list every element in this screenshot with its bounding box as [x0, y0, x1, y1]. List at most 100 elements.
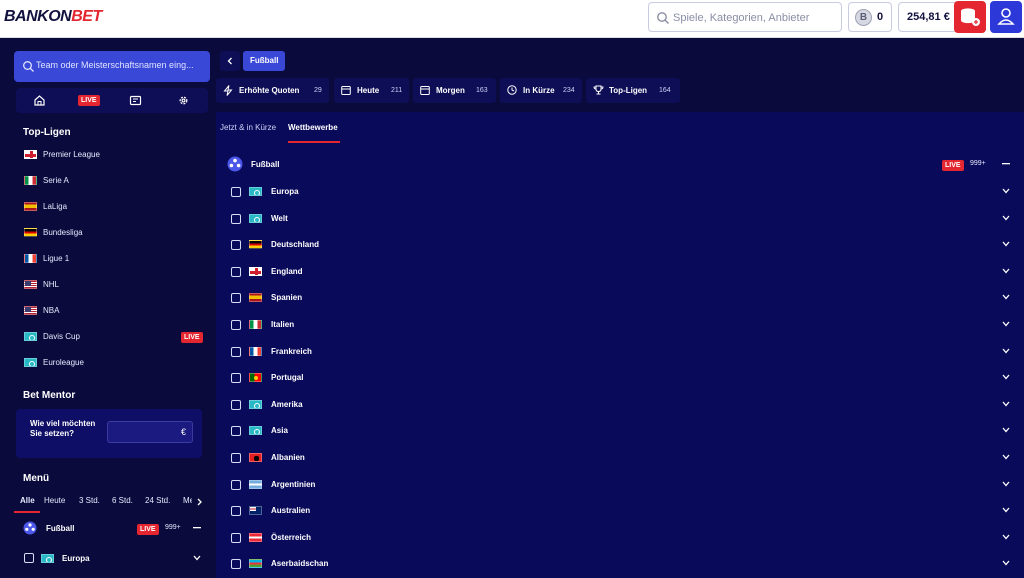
world-flag-icon — [249, 213, 262, 223]
region-row[interactable]: Portugal — [224, 365, 1016, 391]
region-checkbox[interactable] — [24, 553, 34, 563]
bet-mentor-question: Wie viel möchten Sie setzen? — [30, 419, 96, 438]
chevron-down-icon[interactable] — [1002, 401, 1010, 407]
chevron-down-icon[interactable] — [1002, 321, 1010, 327]
sidebar-region-europa[interactable]: Europa — [16, 548, 208, 568]
betslip-tab[interactable] — [112, 88, 160, 113]
region-row[interactable]: Deutschland — [224, 232, 1016, 258]
chevron-down-icon[interactable] — [1002, 268, 1010, 274]
menu-tab-all[interactable]: Alle — [20, 496, 35, 505]
sidebar-sport-football[interactable]: Fußball LIVE 999+ — [16, 518, 208, 538]
league-item[interactable]: Premier League — [16, 142, 208, 168]
region-checkbox[interactable] — [231, 320, 241, 330]
filter-today[interactable]: Heute 211 — [334, 78, 409, 103]
chevron-down-icon[interactable] — [1002, 454, 1010, 460]
region-checkbox[interactable] — [231, 213, 241, 224]
balance-amount: 254,81 € — [907, 11, 950, 23]
region-row[interactable]: Asia — [224, 418, 1016, 444]
global-search[interactable] — [648, 2, 842, 32]
event-count: 999+ — [165, 524, 181, 531]
chevron-down-icon[interactable] — [1002, 427, 1010, 433]
bankonbet-logo[interactable]: BANKONBET — [4, 8, 102, 26]
menu-tab-more[interactable]: Me — [183, 496, 192, 505]
menu-tab-3h[interactable]: 3 Std. — [79, 496, 100, 505]
back-button[interactable] — [220, 51, 240, 71]
filter-boosted-odds[interactable]: Erhöhte Quoten 29 — [216, 78, 329, 103]
region-checkbox[interactable] — [231, 240, 241, 251]
league-item[interactable]: Ligue 1 — [16, 246, 208, 272]
region-checkbox[interactable] — [231, 479, 241, 490]
chevron-down-icon[interactable] — [1002, 374, 1010, 380]
chevron-down-icon[interactable] — [1002, 188, 1010, 194]
region-checkbox[interactable] — [231, 266, 241, 277]
region-row[interactable]: Aserbaidschan — [224, 551, 1016, 577]
chevron-down-icon[interactable] — [1002, 507, 1010, 513]
chevron-down-icon[interactable] — [1002, 215, 1010, 221]
region-row[interactable]: Welt — [224, 206, 1016, 232]
tab-competitions[interactable]: Wettbewerbe — [288, 123, 338, 132]
chevron-down-icon[interactable] — [1002, 348, 1010, 354]
menu-tab-today[interactable]: Heute — [44, 496, 65, 505]
chevron-down-icon[interactable] — [193, 555, 201, 561]
region-checkbox[interactable] — [231, 532, 241, 543]
region-row[interactable]: Argentinien — [224, 472, 1016, 498]
stake-input[interactable]: € — [107, 421, 193, 443]
region-name: Argentinien — [271, 479, 316, 489]
region-checkbox[interactable] — [231, 506, 241, 517]
league-item[interactable]: Serie A — [16, 168, 208, 194]
region-checkbox[interactable] — [231, 559, 241, 570]
collapse-icon[interactable] — [1002, 163, 1010, 165]
account-button[interactable] — [990, 1, 1022, 33]
chevron-down-icon[interactable] — [1002, 481, 1010, 487]
league-item[interactable]: Euroleague — [16, 350, 208, 376]
region-row[interactable]: Italien — [224, 312, 1016, 338]
chevron-down-icon[interactable] — [1002, 534, 1010, 540]
region-row[interactable]: Amerika — [224, 392, 1016, 418]
collapse-icon[interactable] — [193, 527, 201, 529]
region-name: Spanien — [271, 293, 303, 303]
region-checkbox[interactable] — [231, 346, 241, 357]
league-item[interactable]: Bundesliga — [16, 220, 208, 246]
menu-tab-24h[interactable]: 24 Std. — [145, 496, 170, 505]
region-row[interactable]: Frankreich — [224, 339, 1016, 365]
region-checkbox[interactable] — [231, 426, 241, 437]
chevron-down-icon[interactable] — [1002, 560, 1010, 566]
home-tab[interactable] — [16, 88, 64, 113]
league-item[interactable]: NBA — [16, 298, 208, 324]
region-checkbox[interactable] — [231, 399, 241, 410]
filter-top-leagues[interactable]: Top-Ligen 164 — [586, 78, 680, 103]
league-item[interactable]: LaLiga — [16, 194, 208, 220]
filter-tomorrow[interactable]: Morgen 163 — [413, 78, 496, 103]
global-search-input[interactable] — [673, 9, 837, 27]
settings-tab[interactable] — [160, 88, 208, 113]
region-checkbox[interactable] — [231, 187, 241, 197]
alb-flag-icon — [249, 453, 262, 462]
sport-header-football[interactable]: Fußball LIVE 999+ — [224, 152, 1016, 176]
region-row[interactable]: Albanien — [224, 445, 1016, 471]
filter-soon[interactable]: In Kürze 234 — [500, 78, 582, 103]
region-row[interactable]: England — [224, 259, 1016, 285]
bonus-coins[interactable]: B 0 — [848, 2, 892, 32]
chevron-down-icon[interactable] — [1002, 241, 1010, 247]
region-row[interactable]: Österreich — [224, 525, 1016, 551]
breadcrumb-football[interactable]: Fußball — [243, 51, 286, 71]
live-tab[interactable]: LIVE — [64, 88, 112, 113]
league-item[interactable]: NHL — [16, 272, 208, 298]
region-row[interactable]: Spanien — [224, 285, 1016, 311]
team-search[interactable]: Team oder Meisterschaftsnamen eing... — [14, 51, 210, 82]
live-badge: LIVE — [942, 160, 964, 171]
tab-now-and-soon[interactable]: Jetzt & in Kürze — [220, 123, 276, 132]
filter-label: Top-Ligen — [609, 86, 648, 95]
region-checkbox[interactable] — [231, 293, 241, 304]
quick-nav: LIVE — [16, 88, 208, 113]
menu-tab-6h[interactable]: 6 Std. — [112, 496, 133, 505]
region-row[interactable]: Europa — [224, 179, 1016, 205]
region-row[interactable]: Australien — [224, 498, 1016, 524]
filter-label: Erhöhte Quoten — [239, 86, 300, 95]
deposit-button[interactable] — [954, 1, 986, 33]
region-checkbox[interactable] — [231, 453, 241, 463]
chevron-right-icon[interactable] — [196, 498, 203, 506]
chevron-down-icon[interactable] — [1002, 294, 1010, 300]
region-checkbox[interactable] — [231, 373, 241, 384]
league-item[interactable]: Davis Cup LIVE — [16, 324, 208, 350]
